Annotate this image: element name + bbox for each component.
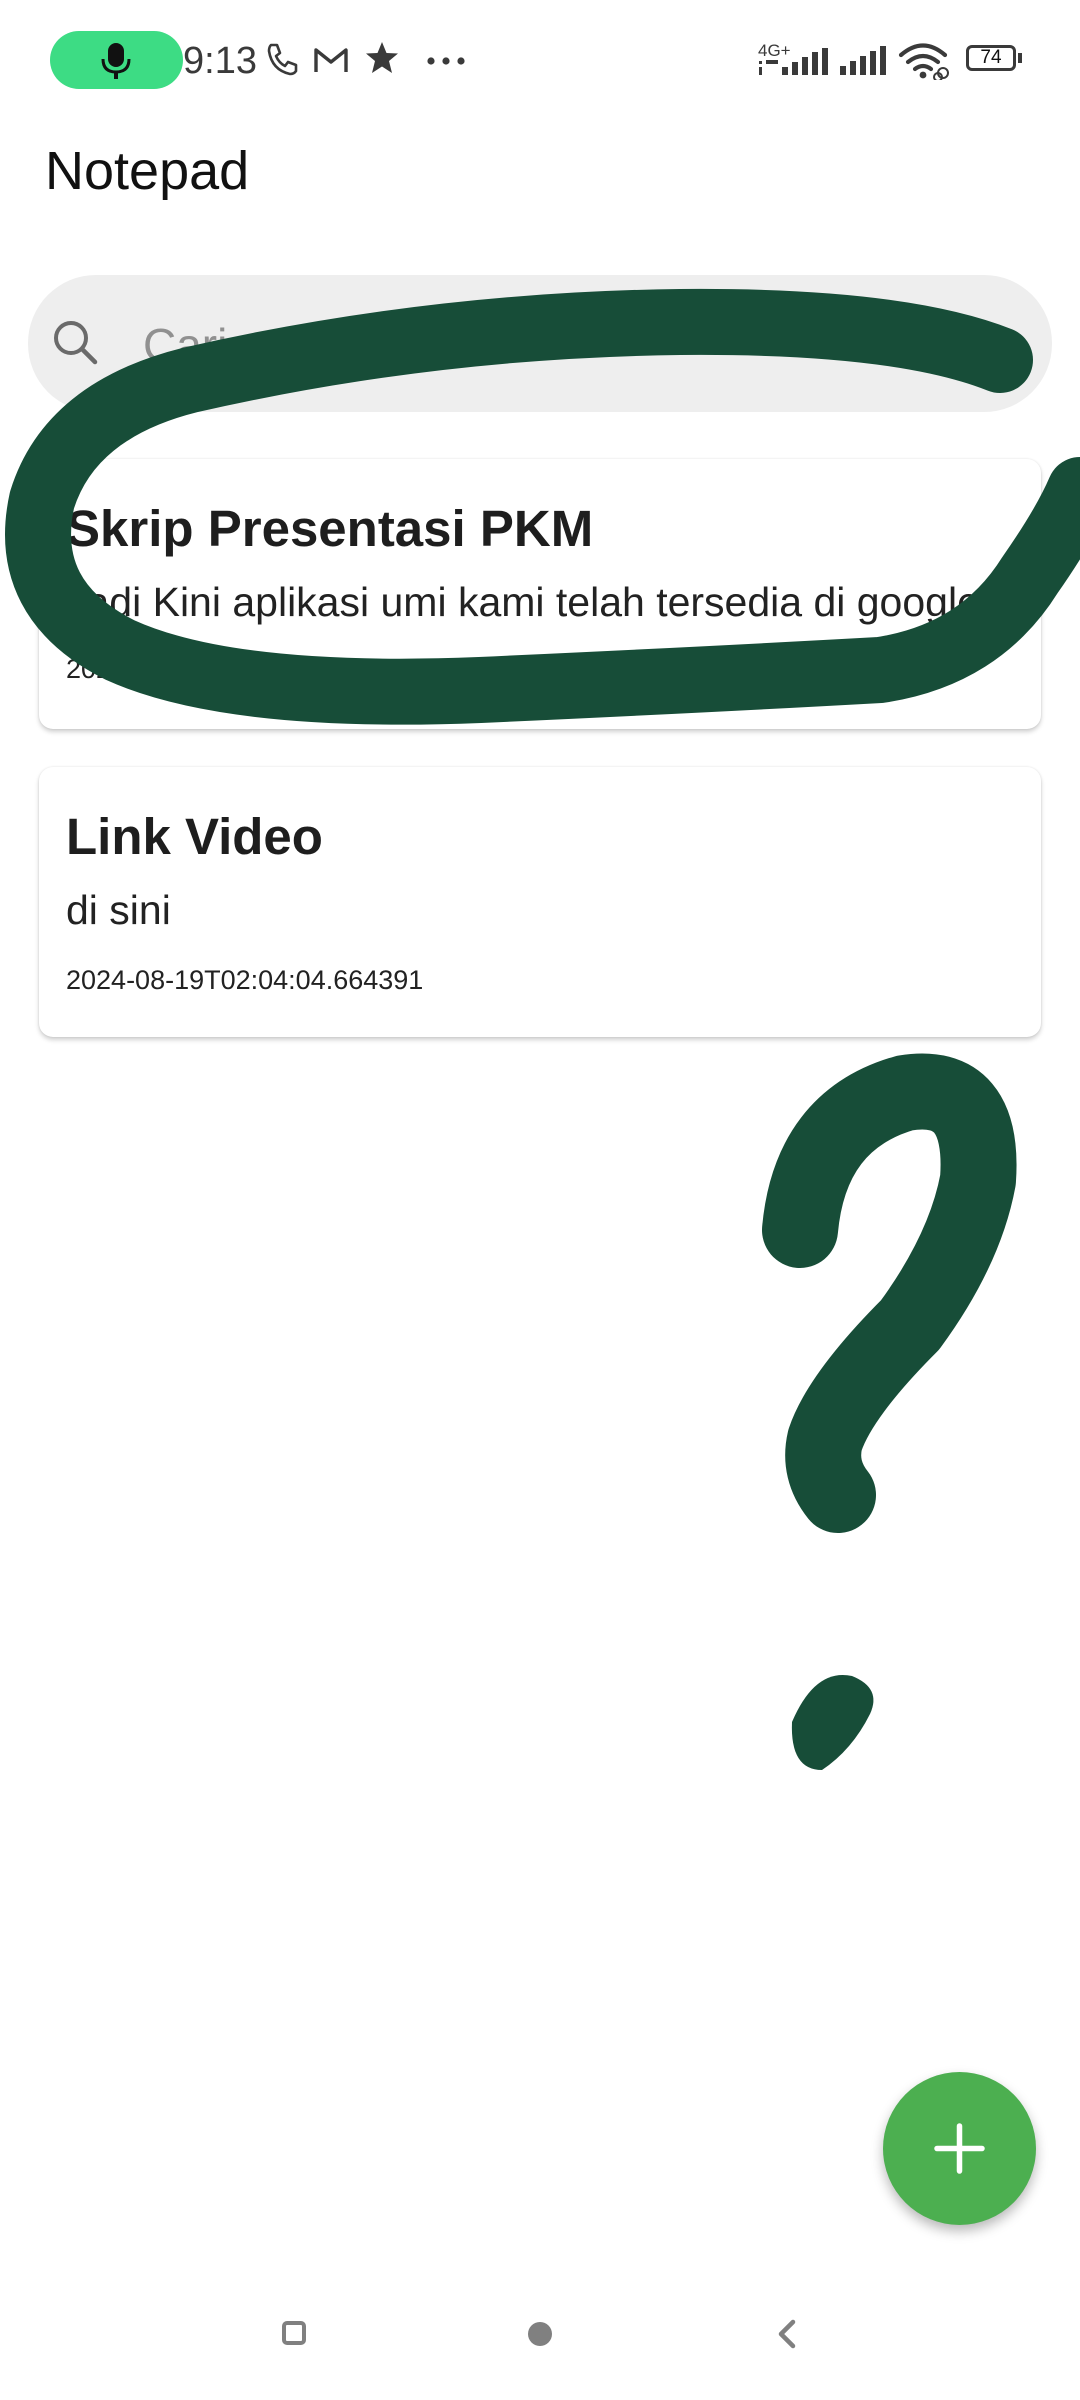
home-icon[interactable] bbox=[525, 2319, 555, 2349]
note-title: Skrip Presentasi PKM bbox=[66, 500, 594, 557]
star-icon bbox=[366, 42, 398, 73]
search-bar[interactable] bbox=[28, 275, 1052, 414]
note-body: Jadi Kini aplikasi umi kami telah tersed… bbox=[66, 579, 980, 625]
note-card[interactable]: Link Video di sini 2024-08-19T02:04:04.6… bbox=[39, 767, 1041, 1037]
note-title: Link Video bbox=[66, 808, 323, 865]
phone-icon bbox=[267, 43, 298, 76]
clock: 9:13 bbox=[183, 40, 257, 82]
search-input[interactable] bbox=[141, 275, 1025, 414]
signal-icon bbox=[759, 48, 828, 75]
question-mark-dot bbox=[791, 1674, 874, 1770]
add-note-button[interactable] bbox=[883, 2072, 1036, 2225]
note-date: 2024-08-19T02:04:04.664391 bbox=[66, 654, 424, 684]
question-mark-scribble bbox=[762, 1053, 1017, 1533]
battery-tip bbox=[1018, 53, 1022, 63]
battery-icon: 74 bbox=[966, 45, 1022, 71]
plus-icon bbox=[934, 2123, 985, 2174]
status-bar: 9:13 4G+ 74 bbox=[0, 0, 1080, 120]
mic-icon bbox=[101, 43, 131, 79]
recents-icon[interactable] bbox=[281, 2320, 307, 2346]
note-body: di sini bbox=[66, 887, 171, 933]
more-icon bbox=[427, 57, 465, 65]
gmail-icon bbox=[314, 48, 348, 72]
page-title: Notepad bbox=[45, 141, 250, 201]
signal-icon bbox=[840, 46, 886, 75]
wifi-icon bbox=[898, 43, 949, 80]
note-date: 2024-08-19T02:04:04.664391 bbox=[66, 965, 424, 995]
back-icon[interactable] bbox=[775, 2318, 799, 2350]
note-card[interactable]: Skrip Presentasi PKM Jadi Kini aplikasi … bbox=[39, 459, 1041, 729]
mic-indicator[interactable] bbox=[50, 31, 183, 89]
battery-level: 74 bbox=[980, 47, 1002, 68]
search-icon bbox=[54, 321, 98, 365]
